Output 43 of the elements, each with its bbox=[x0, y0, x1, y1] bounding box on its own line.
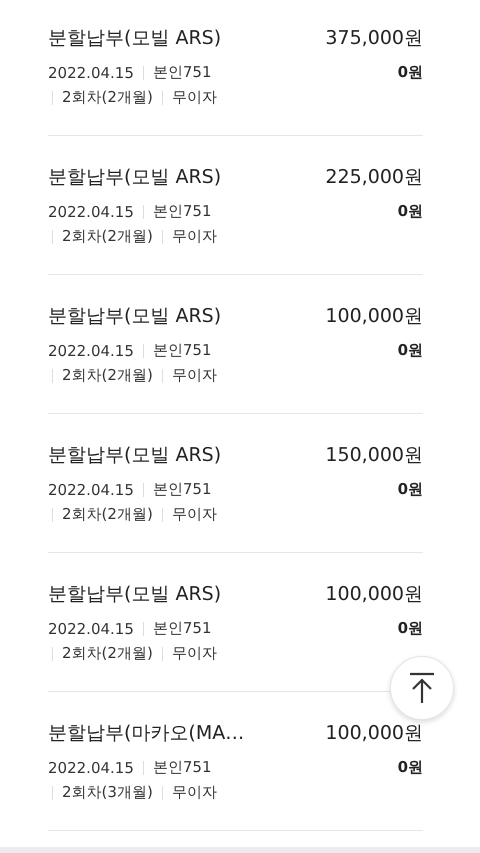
item-title: 분할납부(모빌 ARS) bbox=[48, 443, 222, 468]
installment-label: 2회차(2개월) bbox=[62, 505, 153, 524]
item-amount: 100,000원 bbox=[325, 721, 423, 746]
item-amount: 375,000원 bbox=[325, 26, 423, 51]
interest-label: 무이자 bbox=[172, 644, 217, 663]
installment-label: 2회차(2개월) bbox=[62, 227, 153, 246]
item-amount: 100,000원 bbox=[325, 304, 423, 329]
item-fee: 0원 bbox=[398, 480, 423, 499]
item-date: 2022.04.15 bbox=[48, 64, 134, 82]
item-date: 2022.04.15 bbox=[48, 758, 134, 776]
interest-label: 무이자 bbox=[172, 505, 217, 524]
item-date: 2022.04.15 bbox=[48, 480, 134, 498]
item-date: 2022.04.15 bbox=[48, 620, 134, 638]
item-amount: 100,000원 bbox=[325, 582, 423, 607]
item-fee: 0원 bbox=[398, 341, 423, 360]
scroll-top-button[interactable] bbox=[390, 656, 454, 720]
item-fee: 0원 bbox=[398, 619, 423, 638]
item-title: 분할납부(마카오(MA… bbox=[48, 721, 244, 746]
card-label: 본인751 bbox=[152, 480, 212, 499]
installment-label: 2회차(2개월) bbox=[62, 88, 153, 107]
item-title: 분할납부(모빌 ARS) bbox=[48, 26, 222, 51]
interest-label: 무이자 bbox=[172, 227, 217, 246]
item-title: 분할납부(모빌 ARS) bbox=[48, 165, 222, 190]
item-title: 분할납부(모빌 ARS) bbox=[48, 304, 222, 329]
item-amount: 150,000원 bbox=[325, 443, 423, 468]
interest-label: 무이자 bbox=[172, 366, 217, 385]
item-date: 2022.04.15 bbox=[48, 202, 134, 220]
item-fee: 0원 bbox=[398, 63, 423, 82]
card-label: 본인751 bbox=[152, 63, 212, 82]
item-title: 분할납부(모빌 ARS) bbox=[48, 582, 222, 607]
card-label: 본인751 bbox=[152, 619, 212, 638]
installment-label: 2회차(3개월) bbox=[62, 783, 153, 802]
card-label: 본인751 bbox=[152, 341, 212, 360]
item-date: 2022.04.15 bbox=[48, 342, 134, 360]
item-amount: 225,000원 bbox=[325, 165, 423, 190]
interest-label: 무이자 bbox=[172, 88, 217, 107]
installment-label: 2회차(2개월) bbox=[62, 644, 153, 663]
card-label: 본인751 bbox=[152, 202, 212, 221]
item-fee: 0원 bbox=[398, 202, 423, 221]
item-fee: 0원 bbox=[398, 758, 423, 777]
interest-label: 무이자 bbox=[172, 783, 217, 802]
installment-label: 2회차(2개월) bbox=[62, 366, 153, 385]
card-label: 본인751 bbox=[152, 758, 212, 777]
